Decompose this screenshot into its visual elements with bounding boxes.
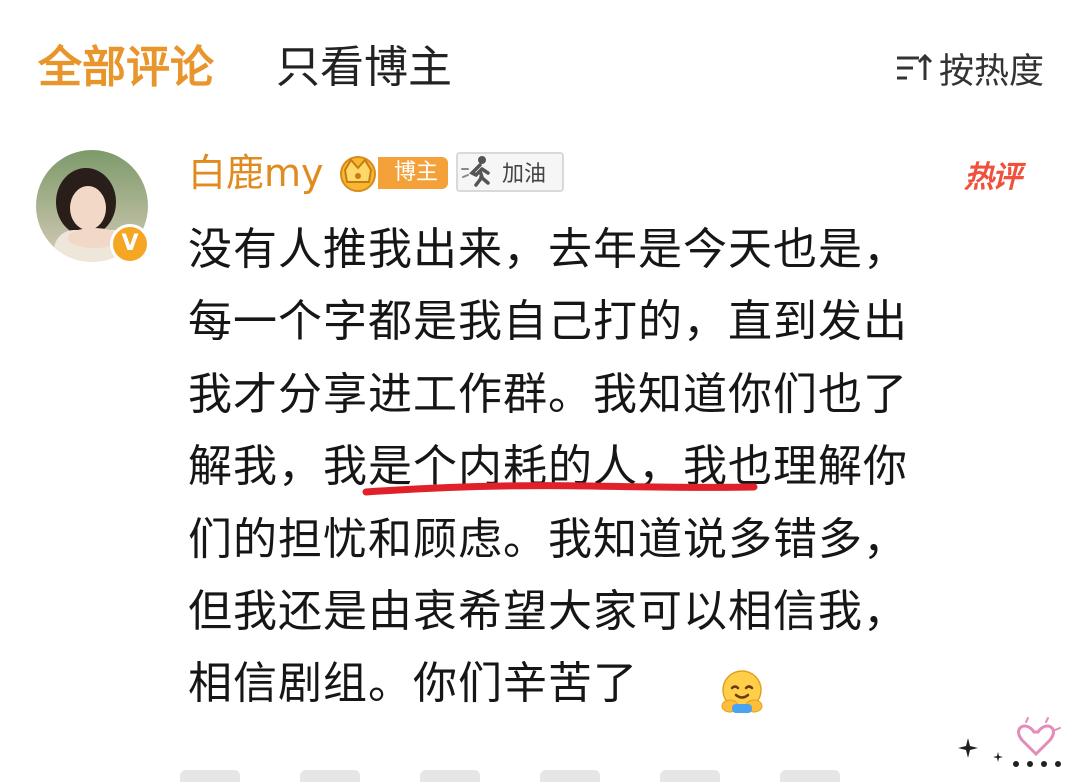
comment-line: 我才分享进工作群。我知道你们也了	[188, 368, 908, 420]
comment-line: 但我还是由衷希望大家可以相信我，	[188, 585, 908, 637]
red-underline-annotation	[362, 482, 758, 496]
hot-comment-tag: 热评	[964, 160, 1022, 195]
running-person-icon	[461, 156, 490, 187]
next-comment-preview	[180, 770, 940, 782]
comment-line: 每一个字都是我自己打的，直到发出	[188, 296, 908, 348]
fan-badge[interactable]: 加油	[456, 152, 564, 192]
comment-line: 相信剧组。你们辛苦了	[188, 658, 638, 710]
sort-icon	[896, 53, 933, 80]
comment-username[interactable]: 白鹿my	[188, 148, 324, 198]
tab-all-comments[interactable]: 全部评论	[38, 38, 214, 98]
tab-blogger-only[interactable]: 只看博主	[276, 38, 452, 98]
comment-line: 们的担忧和顾虑。我知道说多错多，	[188, 513, 908, 565]
crown-icon	[340, 156, 376, 192]
sparkle-heart-icon	[958, 717, 1061, 767]
sort-by-heat-button[interactable]: 按热度	[895, 44, 1044, 92]
comment-line: 没有人推我出来，去年是今天也是，	[188, 224, 908, 275]
sort-label: 按热度	[938, 51, 1044, 92]
hug-emoji	[721, 670, 763, 713]
fan-badge-label: 加油	[502, 162, 547, 187]
verified-badge: V	[110, 224, 150, 264]
comment-text: 没有人推我出来，去年是今天也是， 每一个字都是我自己打的，直到发出 我才分享进工…	[188, 214, 1038, 721]
blogger-tag: 博主	[378, 157, 449, 189]
